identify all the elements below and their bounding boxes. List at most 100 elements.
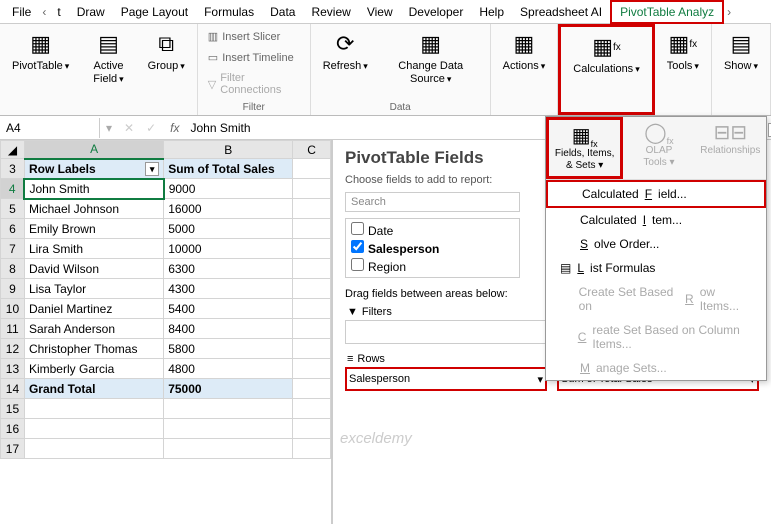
cell[interactable]: Grand Total [24, 379, 163, 399]
row-header[interactable]: 3 [1, 159, 25, 179]
tab-data[interactable]: Data [262, 2, 303, 22]
filter-dropdown-icon[interactable]: ▾ [145, 162, 159, 176]
filters-dropzone[interactable] [345, 320, 547, 344]
cell[interactable] [293, 439, 331, 459]
chevron-down-icon[interactable]: ▾ [537, 373, 543, 386]
row-header[interactable]: 13 [1, 359, 25, 379]
col-header-b[interactable]: B [164, 141, 293, 159]
cell[interactable] [293, 199, 331, 219]
cell[interactable] [164, 399, 293, 419]
pivottable-button[interactable]: ▦PivotTable [6, 28, 75, 75]
cell[interactable]: 9000 [164, 179, 293, 199]
col-header-c[interactable]: C [293, 141, 331, 159]
field-checkbox[interactable] [351, 240, 364, 253]
tab-hidden[interactable]: t [49, 2, 68, 22]
row-header[interactable]: 14 [1, 379, 25, 399]
cell[interactable] [293, 159, 331, 179]
cell[interactable] [293, 399, 331, 419]
cell[interactable] [164, 419, 293, 439]
cell[interactable] [293, 179, 331, 199]
cell[interactable]: 10000 [164, 239, 293, 259]
row-header[interactable]: 7 [1, 239, 25, 259]
menu-item[interactable]: Calculated Item... [546, 208, 766, 232]
chevron-left-icon[interactable]: ‹ [39, 5, 49, 19]
cell[interactable] [293, 299, 331, 319]
menu-item[interactable]: ▤List Formulas [546, 256, 766, 280]
cell[interactable]: Lira Smith [24, 239, 163, 259]
col-header-a[interactable]: A [24, 141, 163, 159]
active-field-button[interactable]: ▤Active Field [79, 28, 137, 88]
cell[interactable]: David Wilson [24, 259, 163, 279]
menu-item[interactable]: Calculated Field... [546, 180, 766, 208]
field-item[interactable]: Date [348, 221, 517, 239]
change-data-source-button[interactable]: ▦Change Data Source [378, 28, 484, 88]
cell[interactable]: 16000 [164, 199, 293, 219]
row-header[interactable]: 8 [1, 259, 25, 279]
cell[interactable] [293, 279, 331, 299]
insert-slicer-button[interactable]: ▥Insert Slicer [204, 28, 284, 45]
group-button[interactable]: ⧉Group [142, 28, 191, 75]
row-header[interactable]: 9 [1, 279, 25, 299]
cell[interactable]: Daniel Martinez [24, 299, 163, 319]
cell[interactable]: Kimberly Garcia [24, 359, 163, 379]
select-all-cell[interactable]: ◢ [1, 141, 25, 159]
cell[interactable] [293, 419, 331, 439]
cell[interactable]: 5400 [164, 299, 293, 319]
cell[interactable] [293, 359, 331, 379]
cell[interactable]: Sum of Total Sales [164, 159, 293, 179]
cell[interactable] [293, 239, 331, 259]
refresh-button[interactable]: ⟳Refresh [317, 28, 374, 75]
cell[interactable]: 6300 [164, 259, 293, 279]
cell[interactable] [164, 439, 293, 459]
tab-formulas[interactable]: Formulas [196, 2, 262, 22]
row-header[interactable]: 4 [1, 179, 25, 199]
tab-view[interactable]: View [359, 2, 401, 22]
actions-button[interactable]: ▦Actions [497, 28, 552, 75]
tab-draw[interactable]: Draw [69, 2, 113, 22]
row-header[interactable]: 11 [1, 319, 25, 339]
row-header[interactable]: 16 [1, 419, 25, 439]
row-header[interactable]: 12 [1, 339, 25, 359]
fields-items-sets-button[interactable]: ▦fx Fields, Items, & Sets ▾ [546, 117, 623, 179]
cell[interactable] [293, 259, 331, 279]
enter-icon[interactable]: ✓ [140, 121, 162, 135]
cell[interactable] [24, 399, 163, 419]
cell[interactable] [24, 439, 163, 459]
cell[interactable]: 5000 [164, 219, 293, 239]
tools-button[interactable]: ▦fxTools [661, 28, 705, 75]
field-item[interactable]: Region [348, 257, 517, 275]
tab-page-layout[interactable]: Page Layout [113, 2, 196, 22]
cell[interactable]: 4300 [164, 279, 293, 299]
cell[interactable] [24, 419, 163, 439]
cell[interactable]: Lisa Taylor [24, 279, 163, 299]
cell[interactable]: 4800 [164, 359, 293, 379]
search-input[interactable]: Search [345, 192, 520, 212]
cell[interactable]: Sarah Anderson [24, 319, 163, 339]
calculations-button[interactable]: ▦fxCalculations [567, 31, 645, 78]
insert-timeline-button[interactable]: ▭Insert Timeline [204, 49, 298, 66]
cell[interactable]: Christopher Thomas [24, 339, 163, 359]
cell[interactable]: Emily Brown [24, 219, 163, 239]
tab-help[interactable]: Help [471, 2, 512, 22]
row-header[interactable]: 5 [1, 199, 25, 219]
tab-review[interactable]: Review [303, 2, 358, 22]
fx-icon[interactable]: fx [162, 121, 187, 135]
tab-spreadsheet-ai[interactable]: Spreadsheet AI [512, 2, 610, 22]
show-button[interactable]: ▤Show [718, 28, 764, 75]
field-checkbox[interactable] [351, 222, 364, 235]
cell[interactable]: Row Labels▾ [24, 159, 163, 179]
rows-dropzone[interactable]: Salesperson▾ [345, 367, 547, 391]
field-checkbox[interactable] [351, 258, 364, 271]
row-header[interactable]: 17 [1, 439, 25, 459]
cell[interactable] [293, 319, 331, 339]
row-header[interactable]: 15 [1, 399, 25, 419]
cancel-icon[interactable]: ✕ [118, 121, 140, 135]
row-header[interactable]: 6 [1, 219, 25, 239]
name-box[interactable]: A4 [0, 118, 100, 138]
tab-pivottable-analyze[interactable]: PivotTable Analyz [610, 0, 724, 24]
cell[interactable] [293, 339, 331, 359]
cell[interactable]: Michael Johnson [24, 199, 163, 219]
cell[interactable]: John Smith [24, 179, 163, 199]
cell[interactable]: 5800 [164, 339, 293, 359]
namebox-dropdown-icon[interactable]: ▾ [100, 121, 118, 135]
